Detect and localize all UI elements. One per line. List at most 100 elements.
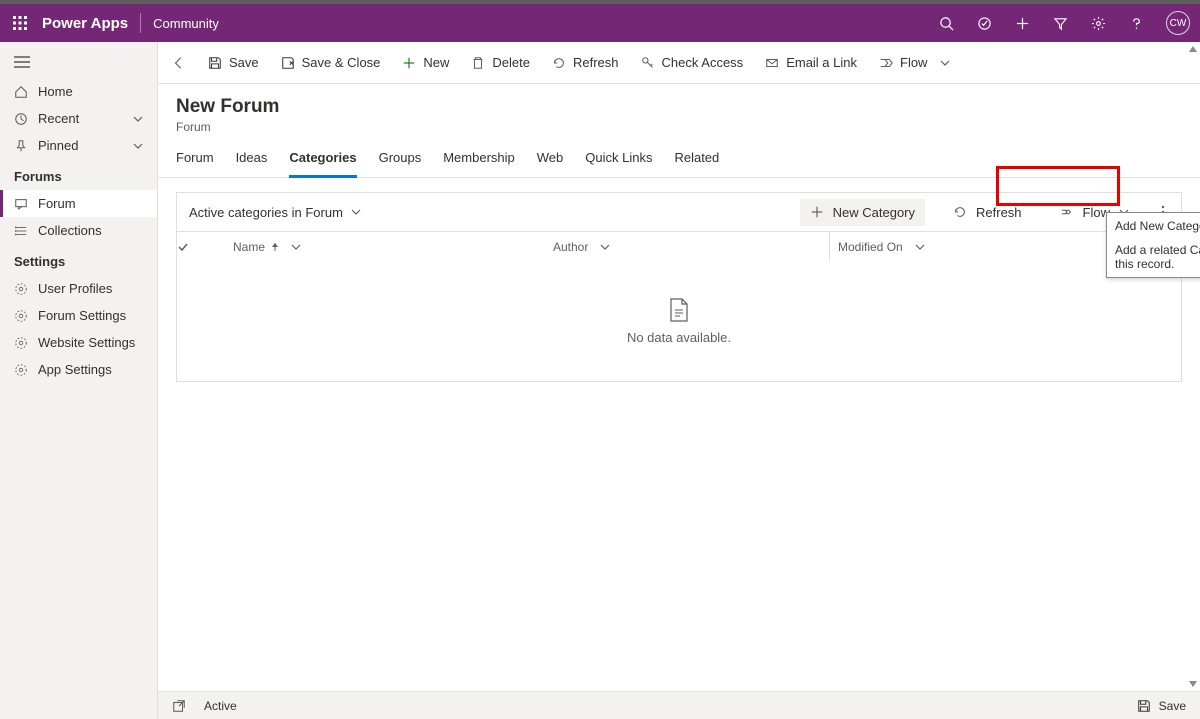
tab-related[interactable]: Related [674, 150, 719, 177]
key-icon [641, 56, 655, 70]
save-close-icon [281, 56, 295, 70]
cmd-label: Flow [900, 55, 927, 70]
nav-recent[interactable]: Recent [0, 105, 157, 132]
chevron-down-icon [915, 244, 925, 250]
command-bar: Save Save & Close New Delete Refresh Che… [158, 42, 1200, 84]
divider [140, 13, 141, 33]
help-icon[interactable] [1128, 15, 1144, 31]
chevron-down-icon [133, 116, 143, 122]
gear-icon [14, 363, 28, 377]
nav-label: Forum [38, 196, 76, 211]
user-avatar[interactable]: CW [1166, 11, 1190, 35]
nav-label: Collections [38, 223, 102, 238]
page-subtitle: Forum [176, 120, 1182, 134]
nav-pinned[interactable]: Pinned [0, 132, 157, 159]
save-icon [208, 56, 222, 70]
tab-web[interactable]: Web [537, 150, 564, 177]
tab-forum[interactable]: Forum [176, 150, 214, 177]
grid-body-empty: No data available. [177, 261, 1181, 381]
refresh-icon [552, 56, 566, 70]
chevron-down-icon [351, 209, 361, 215]
tab-categories[interactable]: Categories [289, 150, 356, 178]
tab-groups[interactable]: Groups [379, 150, 422, 177]
nav-forum[interactable]: Forum [0, 190, 157, 217]
pin-icon [14, 139, 28, 153]
tab-ideas[interactable]: Ideas [236, 150, 268, 177]
assist-icon[interactable] [976, 15, 992, 31]
popout-icon[interactable] [172, 699, 186, 713]
status-text: Active [204, 699, 237, 713]
check-access-button[interactable]: Check Access [639, 51, 746, 74]
nav-website-settings[interactable]: Website Settings [0, 329, 157, 356]
cmd-label: Email a Link [786, 55, 857, 70]
nav-app-settings[interactable]: App Settings [0, 356, 157, 383]
back-button[interactable] [170, 52, 188, 74]
flow-icon [879, 56, 893, 70]
flow-icon [1060, 205, 1074, 219]
grid-header-row: Name Author Modified On [177, 231, 1181, 261]
filter-icon[interactable] [1052, 15, 1068, 31]
add-icon[interactable] [1014, 15, 1030, 31]
chevron-down-icon [940, 60, 950, 66]
email-link-button[interactable]: Email a Link [763, 51, 859, 74]
cmd-label: Delete [492, 55, 530, 70]
sort-asc-icon [271, 242, 279, 252]
nav-collapse-icon[interactable] [0, 52, 157, 78]
clock-icon [14, 112, 28, 126]
gear-icon [14, 282, 28, 296]
column-modified-on[interactable]: Modified On [829, 232, 959, 261]
plus-icon [402, 56, 416, 70]
nav-label: Forum Settings [38, 308, 126, 323]
cmd-label: Save & Close [302, 55, 381, 70]
cmd-label: Refresh [573, 55, 619, 70]
refresh-icon [953, 205, 967, 219]
view-selector[interactable]: Active categories in Forum [189, 205, 361, 220]
app-subtitle: Community [153, 16, 219, 31]
settings-icon[interactable] [1090, 15, 1106, 31]
sidebar: Home Recent Pinned Forums Forum Collecti… [0, 42, 158, 719]
scroll-up-icon[interactable] [1188, 44, 1198, 54]
subgrid-refresh-button[interactable]: Refresh [943, 199, 1032, 226]
global-topbar: Power Apps Community CW [0, 4, 1200, 42]
column-name[interactable]: Name [225, 240, 545, 254]
document-icon [669, 298, 689, 322]
nav-collections[interactable]: Collections [0, 217, 157, 244]
form-tabs: Forum Ideas Categories Groups Membership Web Q… [158, 134, 1200, 178]
column-author[interactable]: Author [545, 240, 829, 254]
chevron-down-icon [133, 143, 143, 149]
save-close-button[interactable]: Save & Close [279, 51, 383, 74]
cmd-label: Save [229, 55, 259, 70]
status-bar: Active Save [158, 691, 1200, 719]
refresh-button[interactable]: Refresh [550, 51, 621, 74]
flow-button[interactable]: Flow [877, 51, 952, 74]
gear-icon [14, 309, 28, 323]
mail-icon [765, 56, 779, 70]
nav-header-forums: Forums [0, 159, 157, 190]
cmd-label: New [423, 55, 449, 70]
nav-forum-settings[interactable]: Forum Settings [0, 302, 157, 329]
delete-button[interactable]: Delete [469, 51, 532, 74]
nav-label: App Settings [38, 362, 112, 377]
select-all-checkbox[interactable] [177, 241, 225, 253]
chevron-down-icon [600, 244, 610, 250]
home-icon [14, 85, 28, 99]
cmd-label: Check Access [662, 55, 744, 70]
tab-quick-links[interactable]: Quick Links [585, 150, 652, 177]
search-icon[interactable] [938, 15, 954, 31]
gear-icon [14, 336, 28, 350]
new-button[interactable]: New [400, 51, 451, 74]
save-button[interactable]: Save [206, 51, 261, 74]
tab-membership[interactable]: Membership [443, 150, 515, 177]
nav-home[interactable]: Home [0, 78, 157, 105]
main-content: Save Save & Close New Delete Refresh Che… [158, 42, 1200, 719]
forum-icon [14, 197, 28, 211]
nav-user-profiles[interactable]: User Profiles [0, 275, 157, 302]
new-category-button[interactable]: New Category [800, 199, 925, 226]
status-save-label[interactable]: Save [1159, 699, 1186, 713]
tooltip-title: Add New Category [1115, 219, 1200, 233]
nav-label: Pinned [38, 138, 78, 153]
app-launcher-icon[interactable] [10, 13, 30, 33]
scroll-down-icon[interactable] [1188, 679, 1198, 689]
no-data-message: No data available. [627, 330, 731, 345]
chevron-down-icon [291, 244, 301, 250]
